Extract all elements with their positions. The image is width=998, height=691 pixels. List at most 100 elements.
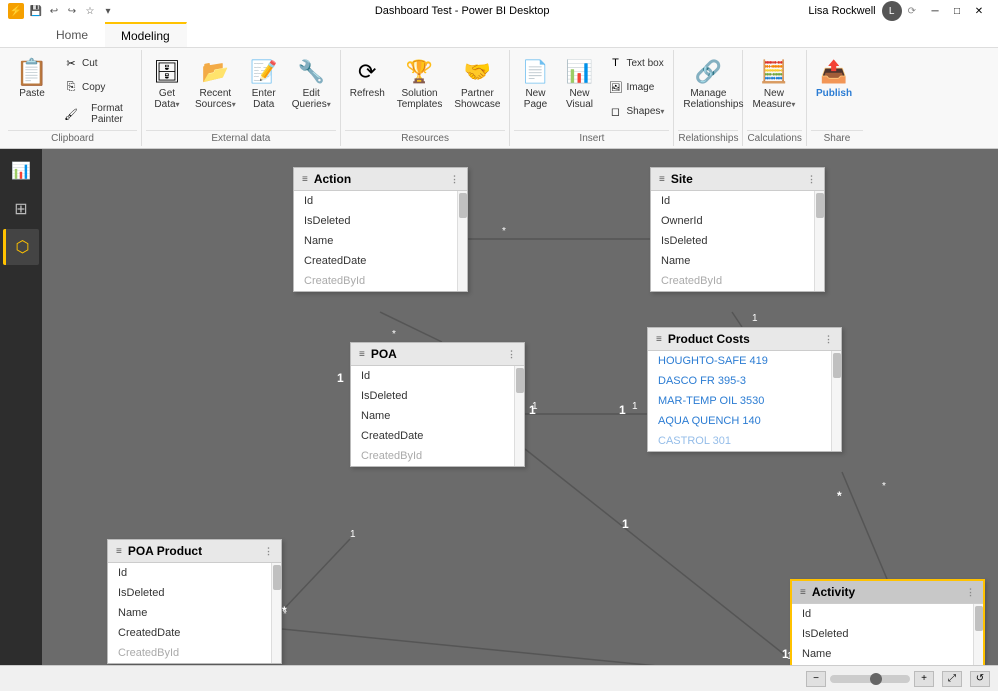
table-icon: ≡ [800, 587, 806, 598]
zoom-in-button[interactable]: + [914, 671, 934, 687]
table-product-costs[interactable]: ≡ Product Costs ⋮ HOUGHTO-SAFE 419 DASCO… [647, 327, 842, 452]
table-product-costs-body: HOUGHTO-SAFE 419 DASCO FR 395-3 MAR-TEMP… [648, 351, 841, 451]
text-box-button[interactable]: T Text box [602, 52, 669, 74]
list-item: IsDeleted [108, 583, 281, 603]
list-item: Name [792, 644, 983, 664]
format-painter-button[interactable]: 🖌 Format Painter [58, 100, 137, 128]
get-data-icon: 🗄 [151, 56, 183, 88]
edit-queries-button[interactable]: 🔧 EditQueries▾ [287, 52, 336, 114]
canvas[interactable]: * * 1 1 1 1 * 1 * * [42, 149, 998, 665]
enter-data-button[interactable]: 📝 EnterData [243, 52, 285, 114]
save-btn[interactable]: 💾 [28, 3, 44, 19]
scrollbar[interactable] [831, 351, 841, 451]
minimize-btn[interactable]: ─ [924, 0, 946, 22]
table-poa[interactable]: ≡ POA ⋮ Id IsDeleted Name CreatedDate Cr… [350, 342, 525, 467]
manage-relationships-button[interactable]: 🔗 ManageRelationships [678, 52, 738, 114]
publish-button[interactable]: 📤 Publish [811, 52, 857, 103]
table-product-costs-resize[interactable]: ⋮ [824, 334, 833, 345]
scrollbar[interactable] [271, 563, 281, 663]
table-action-resize[interactable]: ⋮ [450, 174, 459, 185]
maximize-btn[interactable]: □ [946, 0, 968, 22]
tab-modeling[interactable]: Modeling [105, 22, 187, 47]
scrollbar[interactable] [973, 604, 983, 665]
edit-queries-icon: 🔧 [295, 56, 327, 88]
table-poa-product-body: Id IsDeleted Name CreatedDate CreatedByI… [108, 563, 281, 663]
redo-btn[interactable]: ↪ [64, 3, 80, 19]
rel-label: 1 [782, 647, 789, 661]
undo-btn[interactable]: ↩ [46, 3, 62, 19]
table-poa-product-header: ≡ POA Product ⋮ [108, 540, 281, 563]
table-action-header: ≡ Action ⋮ [294, 168, 467, 191]
refresh-icon: ⟳ [351, 56, 383, 88]
table-activity-resize[interactable]: ⋮ [966, 587, 975, 598]
scrollbar[interactable] [457, 191, 467, 291]
dropdown-btn[interactable]: ▾ [100, 3, 116, 19]
reset-view-button[interactable]: ↺ [970, 671, 990, 687]
cut-button[interactable]: ✂ Cut [58, 52, 137, 74]
fit-page-button[interactable]: ⤢ [942, 671, 962, 687]
table-poa-resize[interactable]: ⋮ [507, 349, 516, 360]
nav-data[interactable]: ⊞ [3, 191, 39, 227]
scroll-thumb [459, 193, 467, 218]
quick-access-toolbar: 💾 ↩ ↪ ☆ ▾ [28, 3, 116, 19]
table-action[interactable]: ≡ Action ⋮ Id IsDeleted Name CreatedDate… [293, 167, 468, 292]
table-site-resize[interactable]: ⋮ [807, 174, 816, 185]
new-visual-icon: 📊 [563, 56, 595, 88]
zoom-out-button[interactable]: − [806, 671, 826, 687]
scrollbar[interactable] [814, 191, 824, 291]
solution-templates-button[interactable]: 🏆 SolutionTemplates [392, 52, 448, 114]
publish-icon: 📤 [818, 56, 850, 88]
new-measure-button[interactable]: 🧮 NewMeasure▾ [747, 52, 800, 114]
svg-text:*: * [502, 226, 506, 237]
clipboard-label: Clipboard [8, 130, 137, 146]
external-data-label: External data [146, 130, 336, 146]
shapes-button[interactable]: ◻ Shapes▾ [602, 100, 669, 122]
table-icon: ≡ [659, 174, 665, 185]
table-icon: ≡ [359, 349, 365, 360]
svg-text:1: 1 [752, 313, 758, 324]
new-page-button[interactable]: 📄 NewPage [514, 52, 556, 114]
enter-data-label: EnterData [252, 88, 276, 110]
manage-relationships-icon: 🔗 [692, 56, 724, 88]
copy-button[interactable]: ⎘ Copy [58, 76, 137, 98]
resources-label: Resources [345, 130, 506, 146]
partner-showcase-label: PartnerShowcase [454, 88, 500, 110]
close-btn[interactable]: ✕ [968, 0, 990, 22]
resources-items: ⟳ Refresh 🏆 SolutionTemplates 🤝 PartnerS… [345, 52, 506, 128]
table-site[interactable]: ≡ Site ⋮ Id OwnerId IsDeleted Name Creat… [650, 167, 825, 292]
new-visual-button[interactable]: 📊 NewVisual [558, 52, 600, 114]
table-poa-product-resize[interactable]: ⋮ [264, 546, 273, 557]
get-data-button[interactable]: 🗄 GetData▾ [146, 52, 188, 114]
table-product-costs-name: Product Costs [668, 332, 750, 346]
insert-small-btns: T Text box 🖼 Image ◻ Shapes▾ [602, 52, 669, 122]
list-item: IsDeleted [651, 231, 824, 251]
table-poa-product[interactable]: ≡ POA Product ⋮ Id IsDeleted Name Create… [107, 539, 282, 664]
list-item: Id [108, 563, 281, 583]
list-item: AQUA QUENCH 140 [648, 411, 841, 431]
ribbon-group-insert: 📄 NewPage 📊 NewVisual T Text box 🖼 Image… [510, 50, 674, 146]
custom-btn[interactable]: ☆ [82, 3, 98, 19]
partner-showcase-button[interactable]: 🤝 PartnerShowcase [449, 52, 505, 114]
user-avatar[interactable]: L [882, 1, 902, 21]
table-action-body: Id IsDeleted Name CreatedDate CreatedByI… [294, 191, 467, 291]
rel-label: * [463, 367, 468, 381]
table-activity[interactable]: ≡ Activity ⋮ Id IsDeleted Name RecordTyp… [790, 579, 985, 665]
zoom-slider[interactable] [830, 675, 910, 683]
zoom-thumb[interactable] [870, 673, 882, 685]
image-button[interactable]: 🖼 Image [602, 76, 669, 98]
new-page-label: NewPage [524, 88, 547, 110]
image-label: Image [626, 82, 654, 93]
paste-button[interactable]: 📋 Paste [8, 52, 56, 103]
list-item: OwnerId [651, 211, 824, 231]
recent-sources-button[interactable]: 📂 RecentSources▾ [190, 52, 241, 114]
image-icon: 🖼 [607, 79, 623, 95]
status-bar: − + ⤢ ↺ [0, 665, 998, 691]
scrollbar[interactable] [514, 366, 524, 466]
list-item: CASTROL 301 [648, 431, 841, 451]
tab-home[interactable]: Home [40, 22, 105, 47]
nav-report[interactable]: 📊 [3, 153, 39, 189]
nav-model[interactable]: ⬡ [3, 229, 39, 265]
new-measure-label: NewMeasure▾ [752, 88, 795, 110]
refresh-button[interactable]: ⟳ Refresh [345, 52, 390, 103]
enter-data-icon: 📝 [248, 56, 280, 88]
